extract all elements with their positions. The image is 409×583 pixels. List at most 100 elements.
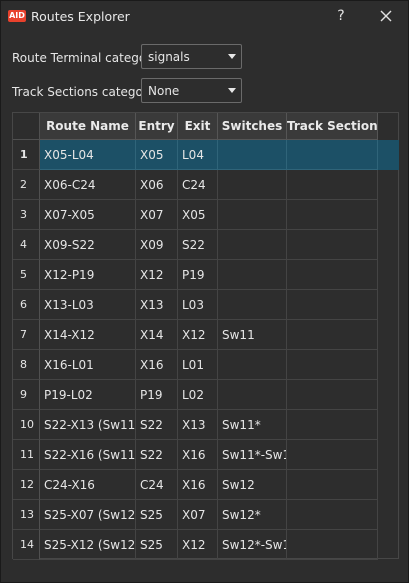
cell-track-sections[interactable]	[287, 170, 378, 200]
cell-track-sections[interactable]	[287, 260, 378, 290]
cell-route-name[interactable]: X05-L04	[40, 140, 136, 170]
row-header[interactable]: 8	[13, 350, 40, 380]
row-header[interactable]: 1	[13, 140, 40, 170]
cell-track-sections[interactable]	[287, 500, 378, 530]
cell-track-sections[interactable]	[287, 200, 378, 230]
close-button[interactable]	[375, 5, 397, 27]
cell-entry[interactable]: C24	[136, 470, 178, 500]
cell-track-sections[interactable]	[287, 410, 378, 440]
cell-entry[interactable]: S25	[136, 530, 178, 560]
row-header[interactable]: 11	[13, 440, 40, 470]
row-header[interactable]: 4	[13, 230, 40, 260]
row-header[interactable]: 9	[13, 380, 40, 410]
cell-route-name[interactable]: P19-L02	[40, 380, 136, 410]
table-row[interactable]: S22-X16 (Sw11R)S22X16Sw11*-Sw12	[40, 440, 399, 470]
table-row[interactable]: X05-L04 X05 L04	[40, 140, 399, 170]
cell-switches[interactable]	[218, 170, 287, 200]
cell-route-name[interactable]: X16-L01	[40, 350, 136, 380]
table-row[interactable]: X07-X05 X07 X05	[40, 200, 399, 230]
row-header[interactable]: 13	[13, 500, 40, 530]
cell-track-sections[interactable]	[287, 350, 378, 380]
cell-exit[interactable]: X16	[178, 440, 218, 470]
cell-track-sections[interactable]	[287, 230, 378, 260]
cell-exit[interactable]: X05	[178, 200, 218, 230]
cell-track-sections[interactable]	[287, 140, 378, 170]
cell-track-sections[interactable]	[287, 380, 378, 410]
row-header[interactable]: 3	[13, 200, 40, 230]
cell-route-name[interactable]: X09-S22	[40, 230, 136, 260]
cell-exit[interactable]: L02	[178, 380, 218, 410]
column-header-route-name[interactable]: Route Name	[40, 113, 136, 140]
table-row[interactable]: X06-C24 X06 C24	[40, 170, 399, 200]
table-row[interactable]: C24-X16 C24 X16 Sw12	[40, 470, 399, 500]
route-terminal-category-select[interactable]: signals	[141, 44, 242, 69]
cell-entry[interactable]: X16	[136, 350, 178, 380]
cell-entry[interactable]: X14	[136, 320, 178, 350]
table-row[interactable]: P19-L02 P19 L02	[40, 380, 399, 410]
cell-route-name[interactable]: S25-X07 (Sw12N)	[40, 500, 136, 530]
cell-route-name[interactable]: X12-P19	[40, 260, 136, 290]
cell-track-sections[interactable]	[287, 320, 378, 350]
help-button[interactable]: ?	[331, 5, 351, 27]
cell-switches[interactable]	[218, 260, 287, 290]
cell-switches[interactable]	[218, 380, 287, 410]
row-header[interactable]: 7	[13, 320, 40, 350]
table-row[interactable]: S25-X12 (Sw12R)S25X12Sw12*-Sw11	[40, 530, 399, 560]
cell-switches[interactable]	[218, 230, 287, 260]
cell-route-name[interactable]: X14-X12	[40, 320, 136, 350]
cell-route-name[interactable]: C24-X16	[40, 470, 136, 500]
cell-exit[interactable]: L03	[178, 290, 218, 320]
column-header-track-sections[interactable]: Track Sections	[287, 113, 378, 140]
cell-exit[interactable]: P19	[178, 260, 218, 290]
column-header-entry[interactable]: Entry	[136, 113, 178, 140]
table-row[interactable]: X14-X12 X14 X12 Sw11	[40, 320, 399, 350]
cell-route-name[interactable]: S22-X13 (Sw11N)	[40, 410, 136, 440]
track-sections-category-select[interactable]: None	[141, 78, 242, 103]
row-header[interactable]: 5	[13, 260, 40, 290]
cell-switches[interactable]	[218, 140, 287, 170]
column-header-switches[interactable]: Switches	[218, 113, 287, 140]
cell-entry[interactable]: X05	[136, 140, 178, 170]
table-row[interactable]: X16-L01 X16 L01	[40, 350, 399, 380]
cell-track-sections[interactable]	[287, 470, 378, 500]
cell-exit[interactable]: X12	[178, 320, 218, 350]
cell-exit[interactable]: C24	[178, 170, 218, 200]
cell-track-sections[interactable]	[287, 440, 378, 470]
cell-exit[interactable]: X07	[178, 500, 218, 530]
cell-route-name[interactable]: X06-C24	[40, 170, 136, 200]
cell-route-name[interactable]: S22-X16 (Sw11R)	[40, 440, 136, 470]
table-row[interactable]: S25-X07 (Sw12N)S25X07Sw12*	[40, 500, 399, 530]
routes-table[interactable]: Route Name Entry Exit Switches Track Section…	[12, 112, 399, 560]
cell-entry[interactable]: P19	[136, 380, 178, 410]
column-header-exit[interactable]: Exit	[178, 113, 218, 140]
cell-switches[interactable]: Sw12*	[218, 500, 287, 530]
cell-switches[interactable]: Sw11*-Sw12	[218, 440, 287, 470]
row-header[interactable]: 10	[13, 410, 40, 440]
cell-switches[interactable]	[218, 290, 287, 320]
cell-entry[interactable]: X12	[136, 260, 178, 290]
cell-exit[interactable]: L01	[178, 350, 218, 380]
cell-exit[interactable]: X16	[178, 470, 218, 500]
cell-switches[interactable]: Sw11	[218, 320, 287, 350]
table-corner-button[interactable]	[13, 113, 40, 140]
cell-exit[interactable]: L04	[178, 140, 218, 170]
cell-switches[interactable]	[218, 350, 287, 380]
cell-track-sections[interactable]	[287, 290, 378, 320]
table-row[interactable]: X13-L03 X13 L03	[40, 290, 399, 320]
row-header[interactable]: 14	[13, 530, 40, 560]
cell-route-name[interactable]: X07-X05	[40, 200, 136, 230]
cell-entry[interactable]: X13	[136, 290, 178, 320]
cell-entry[interactable]: S22	[136, 440, 178, 470]
cell-track-sections[interactable]	[287, 530, 378, 560]
cell-switches[interactable]: Sw12*-Sw11	[218, 530, 287, 560]
table-row[interactable]: X09-S22 X09 S22	[40, 230, 399, 260]
cell-entry[interactable]: S22	[136, 410, 178, 440]
cell-exit[interactable]: X13	[178, 410, 218, 440]
row-header[interactable]: 6	[13, 290, 40, 320]
cell-entry[interactable]: X09	[136, 230, 178, 260]
row-header[interactable]: 2	[13, 170, 40, 200]
cell-route-name[interactable]: X13-L03	[40, 290, 136, 320]
cell-entry[interactable]: S25	[136, 500, 178, 530]
cell-route-name[interactable]: S25-X12 (Sw12R)	[40, 530, 136, 560]
cell-entry[interactable]: X06	[136, 170, 178, 200]
